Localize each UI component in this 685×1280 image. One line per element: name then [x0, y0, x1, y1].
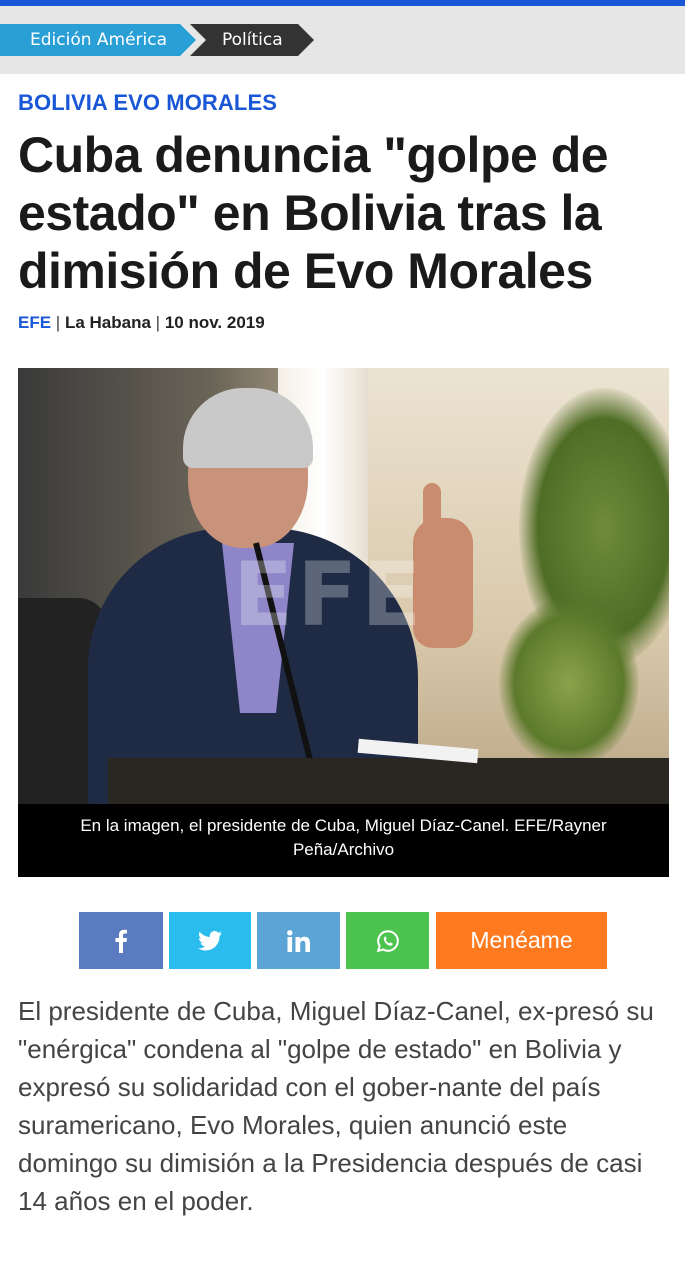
article-body: El presidente de Cuba, Miguel Díaz-Canel…: [18, 996, 654, 1216]
share-whatsapp-button[interactable]: [346, 912, 429, 969]
twitter-icon: [198, 930, 222, 950]
byline-separator: |: [155, 313, 161, 332]
byline-agency[interactable]: EFE: [18, 313, 51, 332]
article-headline: Cuba denuncia "golpe de estado" en Boliv…: [18, 127, 609, 299]
photo-desk: [108, 758, 669, 804]
share-twitter-button[interactable]: [169, 912, 251, 969]
whatsapp-icon: [376, 929, 399, 952]
byline-date: 10 nov. 2019: [164, 313, 265, 332]
linkedin-icon: [286, 929, 310, 952]
facebook-icon: [115, 929, 127, 953]
share-facebook-button[interactable]: [79, 912, 163, 969]
breadcrumb-edition[interactable]: Edición América: [0, 24, 196, 56]
breadcrumb-section[interactable]: Política: [190, 24, 314, 56]
share-meneame-button[interactable]: Menéame: [436, 912, 607, 969]
photo-watermark: EFE: [233, 543, 426, 646]
byline-location: La Habana: [64, 313, 151, 332]
byline: EFE | La Habana | 10 nov. 2019: [18, 313, 265, 333]
article-kicker[interactable]: BOLIVIA EVO MORALES: [18, 90, 277, 116]
share-linkedin-button[interactable]: [257, 912, 340, 969]
photo-plant: [499, 598, 639, 768]
article-photo[interactable]: EFE: [18, 368, 669, 804]
photo-caption: En la imagen, el presidente de Cuba, Mig…: [18, 804, 669, 877]
byline-separator: |: [55, 313, 61, 332]
breadcrumb: Edición América Política: [0, 6, 685, 74]
